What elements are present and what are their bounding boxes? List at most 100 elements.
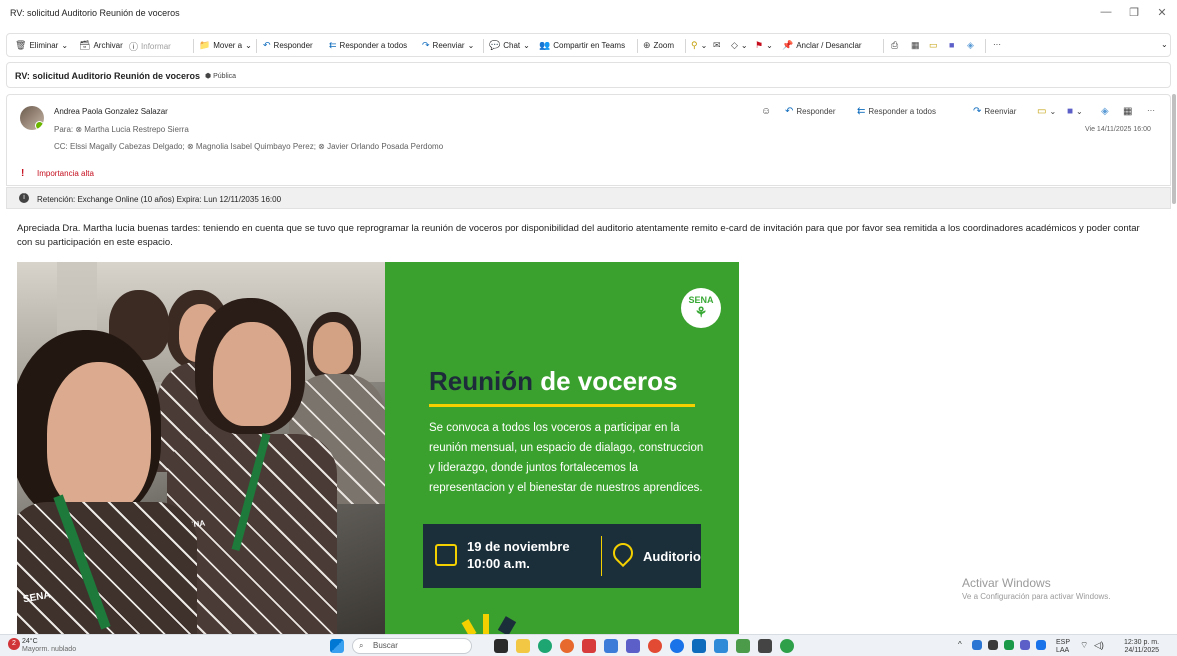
volume-icon[interactable]: ◁) [1094, 641, 1104, 650]
wifi-icon[interactable]: ⌔ [1080, 641, 1088, 650]
tray-app-icon[interactable] [972, 640, 982, 650]
mark-read-button[interactable]: ✉ [713, 40, 721, 51]
subject-bar: RV: solicitud Auditorio Reunión de vocer… [6, 62, 1171, 88]
category-icon: ◇ [731, 40, 738, 50]
tray-chevron-icon[interactable]: ^ [958, 641, 962, 649]
divider [637, 39, 638, 53]
flag-icon: ⚑ [755, 40, 764, 50]
zoom-button[interactable]: ⊕ Zoom [643, 40, 674, 51]
tag-button[interactable]: ⚲ ⌄ [691, 40, 707, 51]
pin-button[interactable]: 📌 Anclar / Desanclar [782, 40, 862, 51]
divider [483, 39, 484, 53]
teams-icon[interactable] [626, 639, 640, 653]
sena-emblem: ⚘ [694, 304, 708, 320]
report-button[interactable]: ⓘ Informar [129, 40, 171, 53]
archive-icon: 🗃 [79, 40, 91, 50]
chevron-down-icon: ⌄ [1049, 107, 1057, 116]
expand-ribbon-icon[interactable]: ⌄ [1161, 40, 1168, 49]
taskbar-search[interactable]: ⌕ Buscar [352, 638, 472, 654]
chevron-down-icon: ⌄ [740, 41, 748, 50]
chrome-icon[interactable] [648, 639, 662, 653]
reply-all-icon: ⇇ [857, 106, 866, 117]
chevron-down-icon: ⌄ [1076, 107, 1083, 116]
outlook-icon[interactable] [692, 639, 706, 653]
move-to-button[interactable]: 📁 Mover a ⌄ [199, 40, 252, 51]
search-icon: ⌕ [359, 641, 364, 650]
forward-button[interactable]: ↷ Reenviar ⌄ [422, 40, 474, 51]
language-indicator[interactable]: ESP LAA [1056, 639, 1070, 655]
tray-app-icon[interactable] [1004, 640, 1014, 650]
immersive-reader-button[interactable]: ▭ [929, 40, 938, 51]
clock[interactable]: 12:30 p. m. 24/11/2025 [1124, 639, 1159, 655]
ecard-place: Auditorio [643, 549, 701, 564]
emoji-reaction-button[interactable]: ☺ [761, 106, 771, 117]
chevron-down-icon: ⌄ [245, 41, 252, 50]
grid-button[interactable]: ▦ [911, 40, 920, 51]
edge-icon[interactable] [538, 639, 552, 653]
loop-button[interactable]: ◈ [967, 40, 974, 51]
header-reply-button[interactable]: ↶ Responder [785, 106, 836, 117]
minimize-button[interactable]: — [1096, 6, 1116, 18]
watermark-subtitle: Ve a Configuración para activar Windows. [962, 592, 1111, 601]
trash-icon: 🗑 [15, 40, 27, 50]
close-button[interactable]: ✕ [1152, 6, 1172, 19]
store-icon[interactable] [714, 639, 728, 653]
maximize-button[interactable]: ❐ [1124, 6, 1144, 19]
grid-icon: ▦ [911, 40, 920, 50]
app-icon[interactable] [780, 639, 794, 653]
divider [193, 39, 194, 53]
app-icon: ■ [1067, 106, 1074, 117]
students-photo: SENA SENA [17, 262, 385, 634]
weather-widget[interactable]: 24°C Mayorm. nublado [22, 638, 76, 654]
weather-temp: 24°C [22, 638, 38, 645]
scrollbar[interactable] [1172, 94, 1176, 204]
header-app-button[interactable]: ■ ⌄ [1067, 106, 1083, 117]
print-button[interactable]: ⎙ [891, 40, 898, 51]
ecard-date: 19 de noviembre 10:00 a.m. [467, 538, 570, 572]
archive-button[interactable]: 🗃 Archivar [79, 40, 123, 51]
task-view-icon[interactable] [494, 639, 508, 653]
app-icon[interactable] [736, 639, 750, 653]
print-icon: ⎙ [891, 40, 899, 50]
pin-icon: 📌 [782, 40, 794, 50]
presence-dot [35, 121, 44, 130]
app-button[interactable]: ■ [949, 40, 954, 50]
tray-teams-icon[interactable] [1020, 640, 1030, 650]
sender-avatar[interactable] [20, 106, 44, 130]
tray-app-icon[interactable] [988, 640, 998, 650]
cc-recipients[interactable]: CC: Elssi Magally Cabezas Delgado; ⊗ Mag… [54, 142, 443, 151]
vivaldi-icon[interactable] [582, 639, 596, 653]
reply-button[interactable]: ↶ Responder [263, 40, 313, 51]
app-icon[interactable] [758, 639, 772, 653]
firefox-icon[interactable] [560, 639, 574, 653]
start-icon[interactable] [330, 639, 344, 653]
header-forward-button[interactable]: ↷ Reenviar [973, 106, 1016, 117]
ecard-date-line1: 19 de noviembre [467, 539, 570, 554]
loop-icon: ◈ [1101, 106, 1109, 117]
header-loop-button[interactable]: ◈ [1101, 106, 1109, 117]
header-reader-button[interactable]: ▭ ⌄ [1037, 106, 1056, 117]
categorize-button[interactable]: ◇ ⌄ [731, 40, 748, 51]
forward-icon: ↷ [973, 106, 982, 117]
chrome-profile-icon[interactable] [670, 639, 684, 653]
more-ribbon-button[interactable]: ··· [993, 40, 1001, 49]
reader-icon: ▭ [929, 40, 938, 50]
share-teams-button[interactable]: 👥 Compartir en Teams [539, 40, 625, 51]
chat-button[interactable]: 💬 Chat ⌄ [489, 40, 530, 51]
tray-app-icon[interactable] [1036, 640, 1046, 650]
header-grid-button[interactable]: ▦ [1123, 106, 1132, 117]
file-explorer-icon[interactable] [516, 639, 530, 653]
calendar-icon [435, 544, 457, 566]
header-more-button[interactable]: ··· [1147, 106, 1155, 115]
header-reply-all-button[interactable]: ⇇ Responder a todos [857, 106, 936, 117]
flag-button[interactable]: ⚑ ⌄ [755, 40, 773, 51]
ecard-image: SENA SENA SENA ⚘ Reunión de voceros Se co… [17, 262, 739, 634]
reply-all-button[interactable]: ⇇ Responder a todos [329, 40, 407, 51]
ecard-title-part2: de voceros [540, 366, 678, 396]
delete-button[interactable]: 🗑 Eliminar ⌄ [15, 40, 68, 51]
to-recipients[interactable]: Para: ⊗ Martha Lucia Restrepo Sierra [54, 125, 189, 134]
app-icon[interactable] [604, 639, 618, 653]
weather-badge[interactable]: 2 [8, 638, 20, 650]
sender-name[interactable]: Andrea Paola Gonzalez Salazar [54, 107, 168, 116]
student-shirt [17, 502, 197, 634]
